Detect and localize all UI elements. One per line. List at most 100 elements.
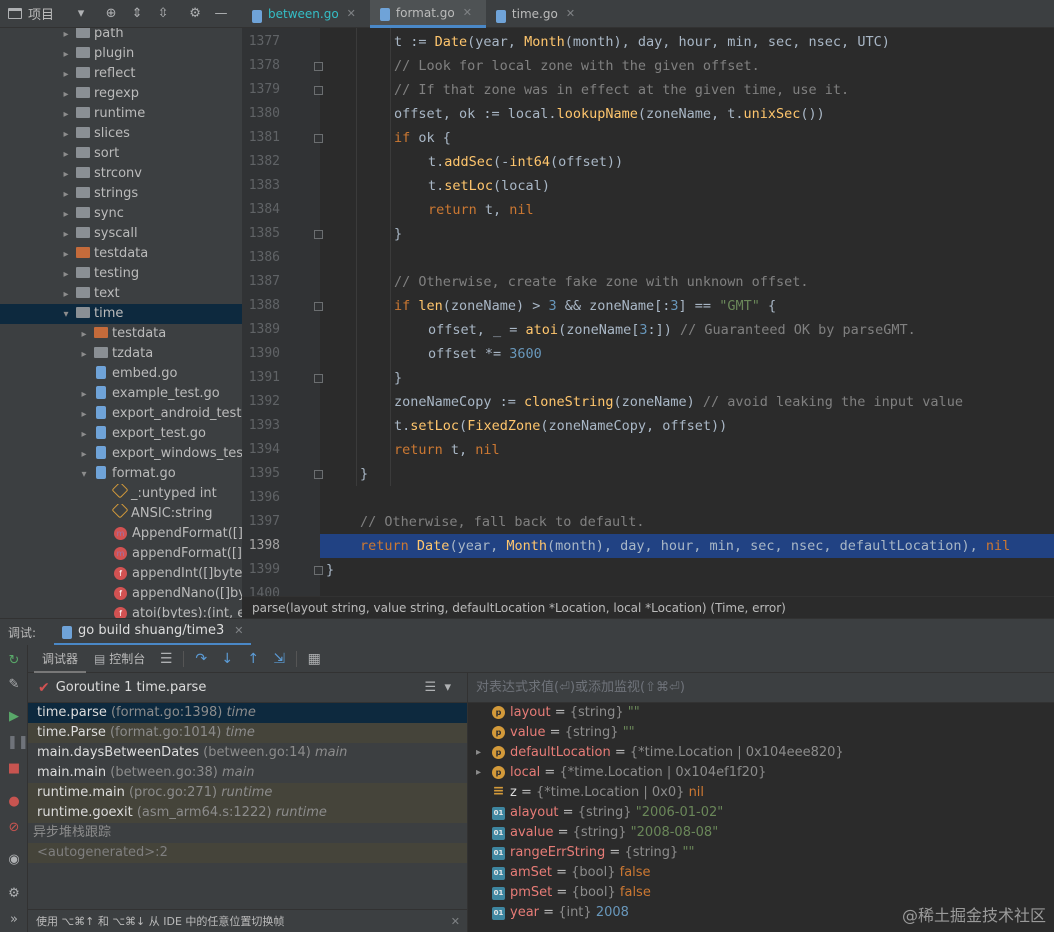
close-icon[interactable]: ✕ <box>451 910 460 932</box>
chevron-right-icon[interactable]: ▸ <box>60 245 72 264</box>
variable-row[interactable]: 01 pmSet = {bool} false <box>468 883 1054 903</box>
chevron-right-icon[interactable]: ▸ <box>78 425 90 444</box>
variable-row[interactable]: ▸ p defaultLocation = {*time.Location | 0x… <box>468 743 1054 763</box>
chevron-right-icon[interactable]: ▸ <box>78 405 90 424</box>
chevron-right-icon[interactable]: ▸ <box>60 225 72 244</box>
tab-console[interactable]: ▤ 控制台 <box>86 650 153 667</box>
tree-item[interactable]: ▸ reflect <box>0 64 242 84</box>
collapse-all-icon[interactable]: ⇳ <box>150 6 176 21</box>
tree-item[interactable]: ▸ export_android_test <box>0 404 242 424</box>
chevron-right-icon[interactable]: ▸ <box>60 205 72 224</box>
wrench-icon[interactable]: ✎ <box>7 678 21 692</box>
variable-row[interactable]: ≡ z = {*time.Location | 0x0} nil <box>468 783 1054 803</box>
rerun-icon[interactable]: ↻ <box>7 654 21 668</box>
expand-all-icon[interactable]: ⇕ <box>124 6 150 21</box>
step-into-icon[interactable]: ↓ <box>214 651 240 667</box>
variable-row[interactable]: p layout = {string} "" <box>468 703 1054 723</box>
chevron-right-icon[interactable]: ▸ <box>78 445 90 464</box>
tree-item[interactable]: m AppendFormat([]b <box>0 524 242 544</box>
chevron-right-icon[interactable]: ▸ <box>60 65 72 84</box>
stack-frame-row[interactable]: runtime.goexit (asm_arm64.s:1222) runtim… <box>28 803 467 823</box>
async-frame-row[interactable]: <autogenerated>:2 <box>28 843 467 863</box>
tab-debugger[interactable]: 调试器 <box>34 645 87 673</box>
tree-item[interactable]: ▸ tzdata <box>0 344 242 364</box>
chevron-right-icon[interactable]: ▸ <box>476 743 481 763</box>
step-over-icon[interactable]: ↷ <box>188 651 214 667</box>
chevron-right-icon[interactable]: ▸ <box>60 185 72 204</box>
tree-item[interactable]: ▸ slices <box>0 124 242 144</box>
tree-item[interactable]: m appendFormat([]b <box>0 544 242 564</box>
chevron-right-icon[interactable]: ▸ <box>60 85 72 104</box>
run-to-cursor-icon[interactable]: ⇲ <box>266 651 292 667</box>
chevron-right-icon[interactable]: ▸ <box>78 345 90 364</box>
table-icon[interactable]: ▦ <box>301 651 327 667</box>
chevron-right-icon[interactable]: ▸ <box>60 125 72 144</box>
chevron-down-icon[interactable]: ▾ <box>78 465 90 484</box>
chevron-right-icon[interactable]: ▸ <box>60 285 72 304</box>
chevron-right-icon[interactable]: ▸ <box>60 165 72 184</box>
tree-item[interactable]: ▸ testing <box>0 264 242 284</box>
tree-item[interactable]: ▸ example_test.go <box>0 384 242 404</box>
tree-item[interactable]: ▸ testdata <box>0 244 242 264</box>
gear-icon[interactable]: ⚙ <box>182 6 208 21</box>
resume-icon[interactable]: ▶ <box>7 710 21 724</box>
tree-item[interactable]: ▸ regexp <box>0 84 242 104</box>
tree-item[interactable]: f appendNano([]by <box>0 584 242 604</box>
variable-row[interactable]: 01 avalue = {string} "2008-08-08" <box>468 823 1054 843</box>
locate-icon[interactable]: ⊕ <box>98 6 124 21</box>
step-out-icon[interactable]: ↑ <box>240 651 266 667</box>
stack-frame-row[interactable]: time.Parse (format.go:1014) time <box>28 723 467 743</box>
chevron-right-icon[interactable]: ▸ <box>60 265 72 284</box>
tree-item[interactable]: _:untyped int <box>0 484 242 504</box>
tree-item[interactable]: ▸ runtime <box>0 104 242 124</box>
tree-item[interactable]: ▸ export_test.go <box>0 424 242 444</box>
filter-menu-icon[interactable]: ☰ ▾ <box>425 673 451 703</box>
variable-row[interactable]: p value = {string} "" <box>468 723 1054 743</box>
close-icon[interactable]: ✕ <box>347 0 356 28</box>
tree-item[interactable]: embed.go <box>0 364 242 384</box>
debug-session-tab[interactable]: go build shuang/time3 ✕ <box>54 619 252 646</box>
goroutine-selector[interactable]: ✔ Goroutine 1 time.parse ☰ ▾ <box>28 673 467 703</box>
chevron-right-icon[interactable]: ▸ <box>78 385 90 404</box>
tree-item[interactable]: ▸ export_windows_tes <box>0 444 242 464</box>
view-breakpoints-icon[interactable]: ● <box>7 795 21 809</box>
menu-icon[interactable]: ☰ <box>153 651 179 667</box>
tree-item[interactable]: ▾ format.go <box>0 464 242 484</box>
tree-item[interactable]: ▸ strings <box>0 184 242 204</box>
editor-tab[interactable]: between.go ✕ <box>242 0 370 28</box>
tree-item[interactable]: ▸ strconv <box>0 164 242 184</box>
chevron-right-icon[interactable]: ▸ <box>78 325 90 344</box>
chevron-right-icon[interactable]: ▸ <box>60 28 72 44</box>
variable-row[interactable]: ▸ p local = {*time.Location | 0x104ef1f20} <box>468 763 1054 783</box>
camera-icon[interactable]: ◉ <box>7 853 21 867</box>
chevron-right-icon[interactable]: ▸ <box>60 45 72 64</box>
stack-frame-row[interactable]: main.daysBetweenDates (between.go:14) ma… <box>28 743 467 763</box>
editor-tab[interactable]: time.go ✕ <box>486 0 589 28</box>
stack-frame-row[interactable]: main.main (between.go:38) main <box>28 763 467 783</box>
editor-tab[interactable]: format.go ✕ <box>369 0 486 28</box>
gear-icon[interactable]: ⚙ <box>7 887 21 901</box>
tree-item[interactable]: ▾ time <box>0 304 242 324</box>
evaluate-expression-input[interactable]: 对表达式求值(⏎)或添加监视(⇧⌘⏎) <box>468 673 1054 703</box>
tree-item[interactable]: ▸ text <box>0 284 242 304</box>
stack-frame-row[interactable]: runtime.main (proc.go:271) runtime <box>28 783 467 803</box>
code-editor[interactable]: 1377 1378 1379 1380 1381 1382 1383 1384 1385 1386… <box>242 28 1054 596</box>
tree-item[interactable]: f appendInt([]byte, <box>0 564 242 584</box>
tree-item[interactable]: ▸ syscall <box>0 224 242 244</box>
tree-item[interactable]: f atoi(bytes):(int, e <box>0 604 242 618</box>
tree-item[interactable]: ▸ path <box>0 28 242 44</box>
tree-item[interactable]: ▸ testdata <box>0 324 242 344</box>
chevron-right-icon[interactable]: ▸ <box>60 105 72 124</box>
variable-row[interactable]: 01 rangeErrString = {string} "" <box>468 843 1054 863</box>
chevron-right-icon[interactable]: ▸ <box>476 763 481 783</box>
close-icon[interactable]: ✕ <box>463 0 472 27</box>
variable-row[interactable]: 01 alayout = {string} "2006-01-02" <box>468 803 1054 823</box>
variable-row[interactable]: 01 amSet = {bool} false <box>468 863 1054 883</box>
stack-frame-row[interactable]: time.parse (format.go:1398) time <box>28 703 467 723</box>
tree-item[interactable]: ▸ sync <box>0 204 242 224</box>
tree-item[interactable]: ▸ plugin <box>0 44 242 64</box>
mute-breakpoints-icon[interactable]: ⊘ <box>7 821 21 835</box>
more-icon[interactable]: » <box>7 913 21 927</box>
tree-item[interactable]: ▸ sort <box>0 144 242 164</box>
close-icon[interactable]: ✕ <box>566 0 575 28</box>
